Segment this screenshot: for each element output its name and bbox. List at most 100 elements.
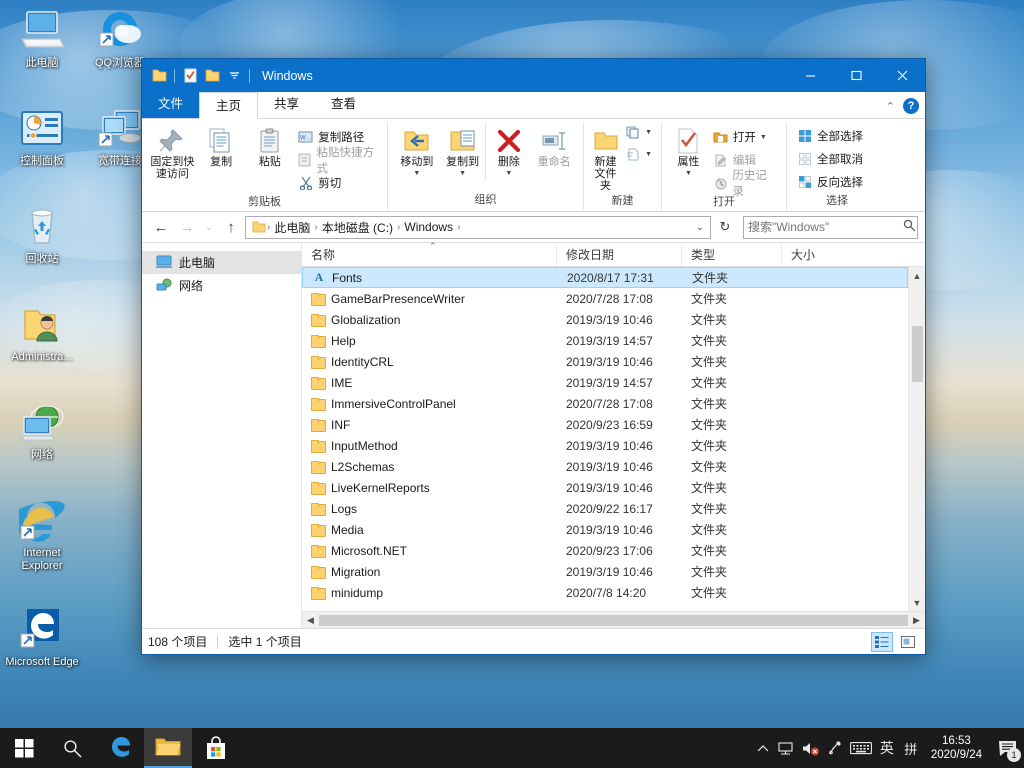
table-row[interactable]: A Fonts 2020/8/17 17:31 文件夹 xyxy=(302,267,908,288)
select-all-button[interactable]: 全部选择 xyxy=(793,126,866,146)
help-icon[interactable]: ? xyxy=(903,98,919,114)
table-row[interactable]: L2Schemas 2019/3/19 10:46 文件夹 xyxy=(302,456,908,477)
chevron-down-icon[interactable]: ▼ xyxy=(505,168,512,180)
select-none-button[interactable]: 全部取消 xyxy=(793,149,866,169)
new-item-button[interactable]: ▼ xyxy=(621,124,655,140)
paste-button[interactable]: 粘贴 xyxy=(246,122,295,168)
network-tray-icon[interactable] xyxy=(775,728,799,768)
ime-language-icon[interactable]: 英 xyxy=(875,728,899,768)
tab-home[interactable]: 主页 xyxy=(199,92,259,119)
chevron-down-icon[interactable]: ▼ xyxy=(760,134,767,141)
chevron-down-icon[interactable]: ▼ xyxy=(645,129,652,136)
ime-pinyin-icon[interactable]: 拼 xyxy=(899,728,923,768)
start-button[interactable] xyxy=(0,728,48,768)
vertical-scrollbar[interactable]: ▲ ▼ xyxy=(908,267,925,611)
history-button[interactable]: 历史记录 xyxy=(709,170,780,198)
copy-button[interactable]: 复制 xyxy=(197,122,246,168)
clock[interactable]: 16:53 2020/9/24 xyxy=(923,728,990,768)
table-row[interactable]: IdentityCRL 2019/3/19 10:46 文件夹 xyxy=(302,351,908,372)
search-box[interactable] xyxy=(743,215,918,239)
breadcrumb-separator[interactable]: › xyxy=(456,222,461,233)
address-bar[interactable]: › 此电脑 › 本地磁盘 (C:) › Windows › ⌄ xyxy=(245,215,711,239)
desktop-icon-network[interactable]: 网络 xyxy=(3,398,81,462)
collapse-ribbon-icon[interactable]: ⌃ xyxy=(886,100,895,113)
column-header-size[interactable]: 大小 xyxy=(782,243,870,266)
chevron-down-icon[interactable]: ▼ xyxy=(413,168,420,180)
table-row[interactable]: IME 2019/3/19 14:57 文件夹 xyxy=(302,372,908,393)
recent-locations-button[interactable]: ⌄ xyxy=(201,215,217,239)
qat-new-folder-icon[interactable] xyxy=(202,66,222,86)
table-row[interactable]: InputMethod 2019/3/19 10:46 文件夹 xyxy=(302,435,908,456)
properties-button[interactable]: 属性 ▼ xyxy=(668,122,709,180)
open-button[interactable]: 打开 ▼ xyxy=(709,127,780,147)
delete-button[interactable]: 删除 ▼ xyxy=(485,122,531,180)
easy-access-button[interactable]: ▼ xyxy=(621,146,655,162)
column-header-date[interactable]: 修改日期 xyxy=(557,243,682,266)
scroll-down-button[interactable]: ▼ xyxy=(909,594,926,611)
back-button[interactable]: ← xyxy=(149,215,173,239)
up-button[interactable]: ↑ xyxy=(219,215,243,239)
refresh-button[interactable]: ↻ xyxy=(713,215,737,239)
horizontal-scroll-thumb[interactable] xyxy=(319,614,908,626)
copy-to-button[interactable]: 复制到 ▼ xyxy=(440,122,486,180)
tab-file[interactable]: 文件 xyxy=(142,91,200,118)
table-row[interactable]: Microsoft.NET 2020/9/23 17:06 文件夹 xyxy=(302,540,908,561)
chevron-down-icon[interactable]: ▼ xyxy=(685,168,692,180)
column-header-type[interactable]: 类型 xyxy=(682,243,782,266)
qat-folder-icon[interactable] xyxy=(149,66,169,86)
table-row[interactable]: ImmersiveControlPanel 2020/7/28 17:08 文件夹 xyxy=(302,393,908,414)
taskbar-file-explorer-button[interactable] xyxy=(144,728,192,768)
forward-button[interactable]: → xyxy=(175,215,199,239)
table-row[interactable]: Media 2019/3/19 10:46 文件夹 xyxy=(302,519,908,540)
vertical-scroll-thumb[interactable] xyxy=(911,326,923,382)
taskbar-store-button[interactable] xyxy=(192,728,240,768)
taskbar-edge-button[interactable] xyxy=(96,728,144,768)
tab-share[interactable]: 共享 xyxy=(258,91,315,118)
desktop-icon-administrator[interactable]: Administra... xyxy=(3,300,81,364)
large-icons-view-button[interactable] xyxy=(897,632,919,652)
cut-button[interactable]: 剪切 xyxy=(294,173,381,193)
action-center-button[interactable]: 1 xyxy=(990,728,1024,768)
breadcrumb-item-local-disk[interactable]: 本地磁盘 (C:) xyxy=(319,219,396,236)
sidebar-item-network[interactable]: 网络 xyxy=(142,274,301,297)
desktop-icon-recycle-bin[interactable]: 回收站 xyxy=(3,202,81,266)
search-button[interactable] xyxy=(48,728,96,768)
desktop-icon-internet-explorer[interactable]: Internet Explorer xyxy=(3,496,81,573)
chevron-down-icon[interactable]: ▼ xyxy=(459,168,466,180)
touch-keyboard-icon[interactable] xyxy=(847,728,875,768)
table-row[interactable]: INF 2020/9/23 16:59 文件夹 xyxy=(302,414,908,435)
rename-button[interactable]: 重命名 xyxy=(531,122,577,168)
table-row[interactable]: minidump 2020/7/8 14:20 文件夹 xyxy=(302,582,908,603)
minimize-button[interactable] xyxy=(787,59,833,92)
table-row[interactable]: Migration 2019/3/19 10:46 文件夹 xyxy=(302,561,908,582)
tab-view[interactable]: 查看 xyxy=(315,91,372,118)
chevron-up-icon[interactable] xyxy=(751,728,775,768)
qat-dropdown-icon[interactable] xyxy=(224,66,244,86)
desktop-icon-this-pc[interactable]: 此电脑 xyxy=(3,6,81,70)
paste-shortcut-button[interactable]: 粘贴快捷方式 xyxy=(294,147,381,175)
table-row[interactable]: LiveKernelReports 2019/3/19 10:46 文件夹 xyxy=(302,477,908,498)
scroll-up-button[interactable]: ▲ xyxy=(909,267,926,284)
move-to-button[interactable]: 移动到 ▼ xyxy=(394,122,440,180)
desktop-icon-control-panel[interactable]: 控制面板 xyxy=(3,104,81,168)
table-row[interactable]: Globalization 2019/3/19 10:46 文件夹 xyxy=(302,309,908,330)
search-input[interactable] xyxy=(748,220,903,234)
details-view-button[interactable] xyxy=(871,631,893,652)
close-button[interactable] xyxy=(879,59,925,92)
breadcrumb-item-this-pc[interactable]: 此电脑 xyxy=(271,219,313,236)
pin-to-quick-access-button[interactable]: 固定到快 速访问 xyxy=(148,122,197,180)
desktop-icon-microsoft-edge[interactable]: Microsoft Edge xyxy=(3,605,81,669)
qat-properties-icon[interactable] xyxy=(180,66,200,86)
pen-icon[interactable] xyxy=(823,728,847,768)
table-row[interactable]: Logs 2020/9/22 16:17 文件夹 xyxy=(302,498,908,519)
volume-muted-icon[interactable] xyxy=(799,728,823,768)
maximize-button[interactable] xyxy=(833,59,879,92)
table-row[interactable]: Help 2019/3/19 14:57 文件夹 xyxy=(302,330,908,351)
table-row[interactable]: GameBarPresenceWriter 2020/7/28 17:08 文件夹 xyxy=(302,288,908,309)
horizontal-scrollbar[interactable]: ◀ ▶ xyxy=(302,611,925,628)
breadcrumb-item-windows[interactable]: Windows xyxy=(401,220,456,234)
new-folder-button[interactable]: 新建 文件夹 xyxy=(590,122,621,192)
scroll-left-button[interactable]: ◀ xyxy=(302,612,319,629)
sidebar-item-this-pc[interactable]: 此电脑 xyxy=(142,251,301,274)
scroll-right-button[interactable]: ▶ xyxy=(908,612,925,629)
